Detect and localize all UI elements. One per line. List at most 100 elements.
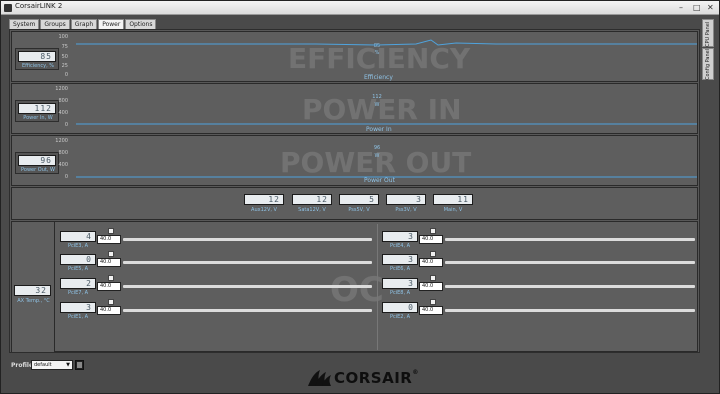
- pcie-label: PciE4, A: [389, 243, 411, 249]
- efficiency-panel: 85 Efficiency, % 100 75 50 25 0 EFFICIEN…: [11, 31, 698, 82]
- efficiency-tick: 100: [58, 34, 68, 40]
- ocp-slider[interactable]: [445, 238, 695, 241]
- save-icon: [77, 362, 82, 368]
- ocp-limit-input[interactable]: 40.0: [419, 235, 443, 244]
- pcie-label: PciE3, A: [67, 243, 89, 249]
- ocp-checkbox[interactable]: [430, 228, 436, 234]
- pcie-display: 3: [382, 254, 418, 265]
- efficiency-tick: 75: [61, 44, 68, 50]
- ocp-slider[interactable]: [123, 261, 372, 264]
- pcie-label: PciE5, A: [67, 266, 89, 272]
- pcie-display: 0: [382, 302, 418, 313]
- ocp-checkbox[interactable]: [108, 299, 114, 305]
- rail-label: Pss5V, V: [348, 207, 370, 213]
- ocp-checkbox[interactable]: [108, 228, 114, 234]
- rail-label: Aux12V, V: [251, 207, 277, 213]
- power-out-tick: 1200: [55, 138, 68, 144]
- ocp-slider[interactable]: [445, 285, 695, 288]
- power-in-tick: 400: [58, 110, 68, 116]
- brand-name: CORSAIR®: [334, 369, 419, 387]
- rail-aux12v: 12 Aux12V, V: [244, 194, 284, 213]
- pcie-display: 4: [60, 231, 96, 242]
- column-divider: [377, 224, 378, 350]
- rail-label: Pss3V, V: [395, 207, 417, 213]
- app-icon: [4, 4, 12, 12]
- ocp-limit-input[interactable]: 40.0: [419, 306, 443, 315]
- power-out-tick: 0: [64, 174, 68, 180]
- pcie-label: PciE6, A: [389, 266, 411, 272]
- rail-pss5v: 5 Pss5V, V: [339, 194, 379, 213]
- rail-label: Main, V: [443, 207, 463, 213]
- profile-value: default: [34, 362, 52, 368]
- efficiency-tick: 25: [61, 63, 68, 69]
- save-profile-button[interactable]: [75, 360, 84, 370]
- ocp-checkbox[interactable]: [430, 251, 436, 257]
- ocp-slider[interactable]: [123, 309, 372, 312]
- pcie-row: 3 PciE4, A 40.0: [382, 228, 695, 250]
- pcie-row: 0 PciE2, A 40.0: [382, 299, 695, 321]
- window-title: CorsairLINK 2: [15, 2, 63, 10]
- rail-label: Sata12V, V: [298, 207, 326, 213]
- ocp-slider[interactable]: [445, 309, 695, 312]
- power-in-panel: 112 Power In, W 1200 800 400 0 POWER IN …: [11, 83, 698, 134]
- pcie-label: PciE2, A: [389, 314, 411, 320]
- ocp-checkbox[interactable]: [108, 251, 114, 257]
- ocp-panel: OC 32 AX Temp., °C 4 PciE3, A 40.0 0 Pci…: [11, 221, 698, 352]
- ocp-limit-input[interactable]: 40.0: [97, 306, 121, 315]
- ocp-checkbox[interactable]: [430, 275, 436, 281]
- temp-gauge: 32 AX Temp., °C: [12, 222, 55, 352]
- efficiency-display: 85: [18, 51, 56, 62]
- efficiency-chart: [76, 39, 697, 46]
- ocp-slider[interactable]: [123, 238, 372, 241]
- minimize-button[interactable]: –: [679, 3, 683, 13]
- power-panel: 85 Efficiency, % 100 75 50 25 0 EFFICIEN…: [9, 29, 700, 353]
- power-out-display: 96: [18, 155, 56, 166]
- power-out-chart: [76, 176, 697, 178]
- pcie-row: 2 PciE7, A 40.0: [60, 275, 372, 297]
- pcie-display: 3: [382, 231, 418, 242]
- pcie-display: 0: [60, 254, 96, 265]
- power-out-panel: 96 Power Out, W 1200 800 400 0 POWER OUT…: [11, 135, 698, 186]
- rail-display: 12: [292, 194, 332, 205]
- pcie-row: 3 PciE6, A 40.0: [382, 251, 695, 273]
- efficiency-line: [76, 39, 697, 46]
- pcie-row: 4 PciE3, A 40.0: [60, 228, 372, 250]
- pcie-display: 2: [60, 278, 96, 289]
- tab-config-panel[interactable]: Config Panel: [702, 48, 714, 80]
- pcie-display: 3: [60, 302, 96, 313]
- pcie-display: 3: [382, 278, 418, 289]
- ocp-limit-input[interactable]: 40.0: [97, 282, 121, 291]
- rail-sata12v: 12 Sata12V, V: [292, 194, 332, 213]
- profile-select[interactable]: default ▼: [31, 360, 73, 370]
- side-tab-bar: CPU Panel Config Panel: [702, 19, 714, 80]
- power-in-display: 112: [18, 103, 56, 114]
- rail-display: 12: [244, 194, 284, 205]
- voltage-rails-panel: 12 Aux12V, V 12 Sata12V, V 5 Pss5V, V 3 …: [11, 187, 698, 220]
- chevron-down-icon: ▼: [66, 362, 70, 368]
- ocp-limit-input[interactable]: 40.0: [419, 282, 443, 291]
- ocp-limit-input[interactable]: 40.0: [97, 235, 121, 244]
- ocp-checkbox[interactable]: [108, 275, 114, 281]
- rail-display: 5: [339, 194, 379, 205]
- maximize-button[interactable]: □: [693, 3, 701, 13]
- ocp-limit-input[interactable]: 40.0: [97, 258, 121, 267]
- close-button[interactable]: ✕: [707, 3, 714, 13]
- ocp-slider[interactable]: [123, 285, 372, 288]
- power-in-tick: 1200: [55, 86, 68, 92]
- power-in-tick: 0: [64, 122, 68, 128]
- efficiency-tick: 0: [64, 72, 68, 78]
- pcie-label: PciE8, A: [389, 290, 411, 296]
- pcie-row: 0 PciE5, A 40.0: [60, 251, 372, 273]
- rail-display: 11: [433, 194, 473, 205]
- tab-cpu-panel[interactable]: CPU Panel: [702, 19, 714, 47]
- pcie-label: PciE7, A: [67, 290, 89, 296]
- power-out-tick: 400: [58, 162, 68, 168]
- power-in-chart: [76, 123, 697, 125]
- temp-label: AX Temp., °C: [17, 298, 50, 304]
- rail-display: 3: [386, 194, 426, 205]
- ocp-slider[interactable]: [445, 261, 695, 264]
- ocp-checkbox[interactable]: [430, 299, 436, 305]
- corsair-sails-icon: [308, 370, 331, 386]
- corsair-logo: CORSAIR®: [306, 366, 418, 390]
- ocp-limit-input[interactable]: 40.0: [419, 258, 443, 267]
